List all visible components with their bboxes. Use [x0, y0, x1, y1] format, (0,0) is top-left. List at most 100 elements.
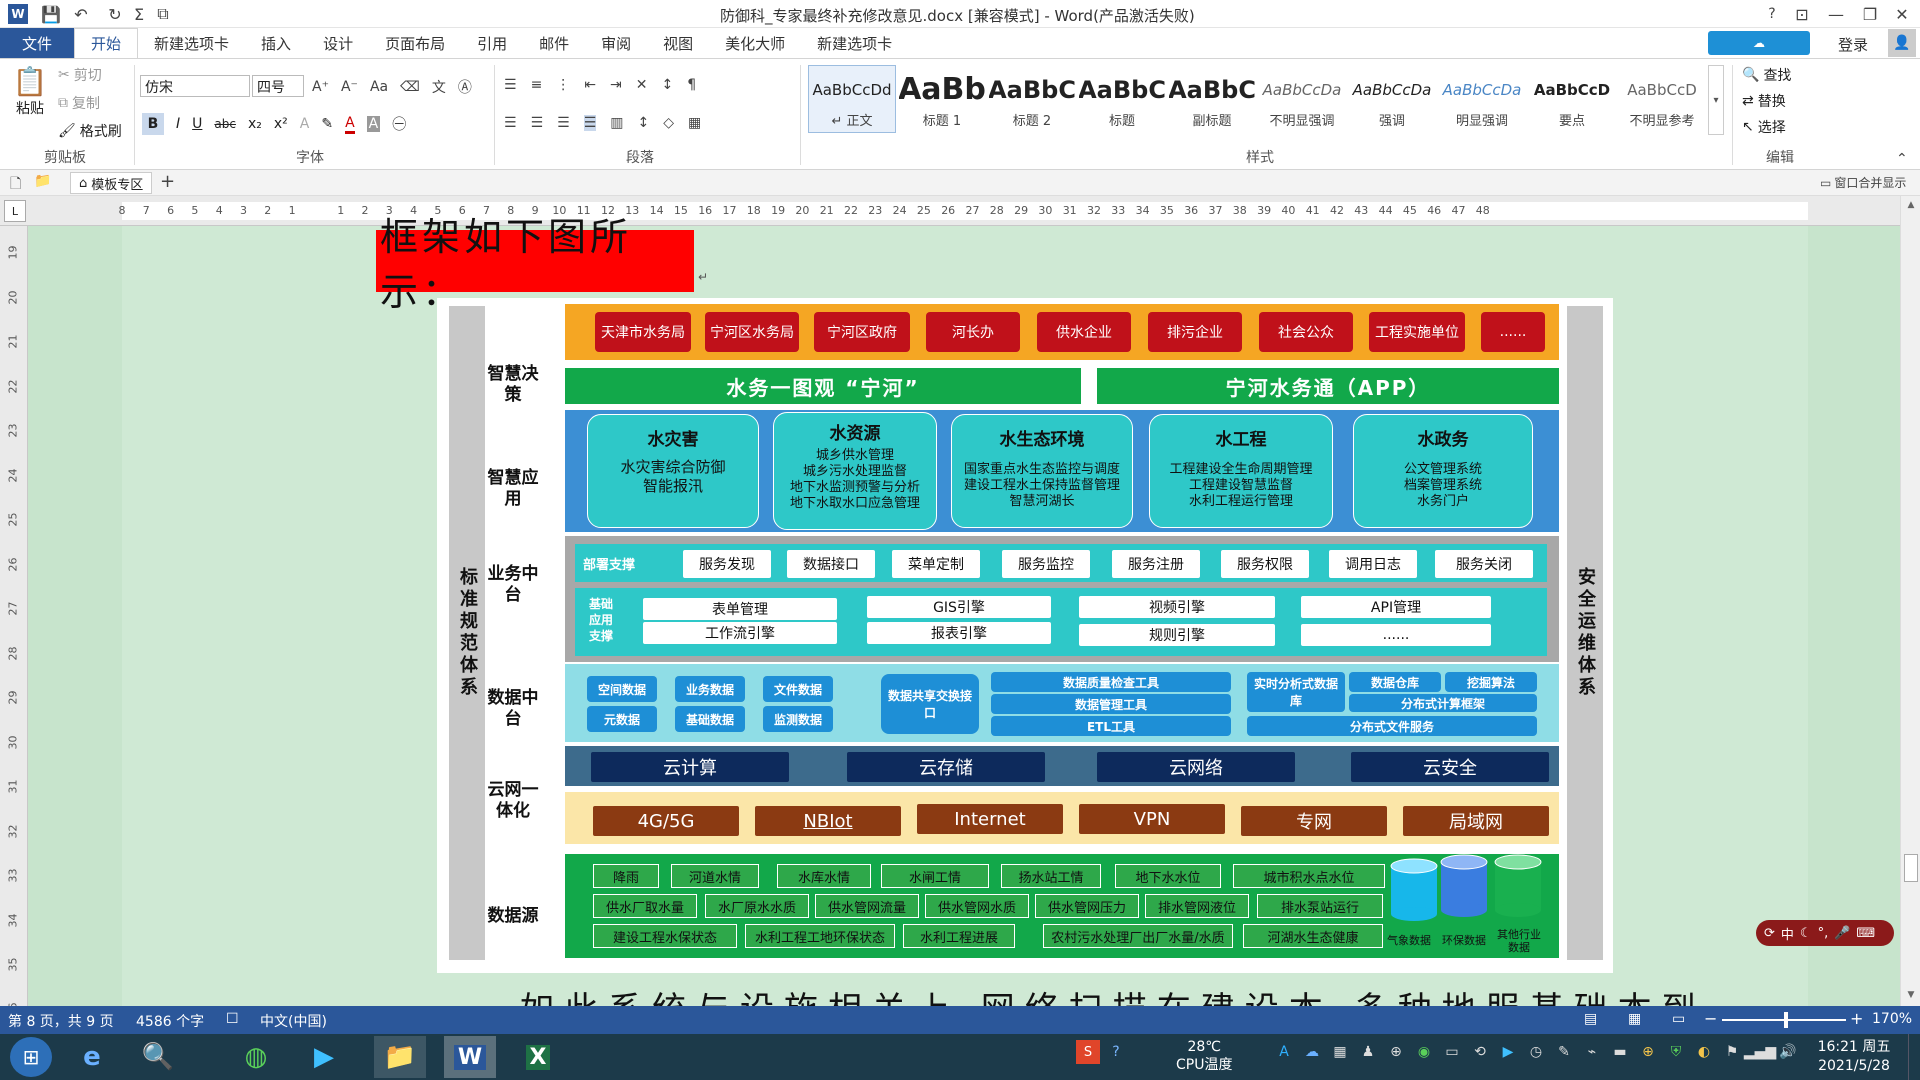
asian-layout-icon[interactable]: ✕ — [636, 77, 648, 93]
deploy-item[interactable]: 服务关闭 — [1435, 550, 1533, 578]
style-heading-1[interactable]: AaBb 标题 1 — [898, 65, 986, 133]
body-paragraph-clipped[interactable]: 如此系统与设施相关上 网络扫描在建设本 多种地服基础本到 各按完成 — [520, 988, 1700, 1006]
format-painter-button[interactable]: 🖌 格式刷 — [58, 121, 122, 141]
char-shading-icon[interactable]: A — [366, 116, 381, 132]
tab-review[interactable]: 审阅 — [585, 28, 647, 58]
user-button[interactable]: ...... — [1481, 312, 1545, 352]
tab-layout[interactable]: 页面布局 — [369, 28, 461, 58]
source-item[interactable]: 扬水站工情 — [1001, 864, 1101, 888]
user-button[interactable]: 供水企业 — [1037, 312, 1131, 352]
font-name-select[interactable]: 仿宋 — [140, 75, 250, 97]
explorer-icon[interactable]: 📁 — [374, 1036, 426, 1078]
justify-icon[interactable]: ☰ — [583, 115, 597, 131]
tray-plus-icon[interactable]: ⊕ — [1636, 1040, 1660, 1064]
style-subtle-reference[interactable]: AaBbCcD 不明显参考 — [1618, 65, 1706, 133]
tab-new-2[interactable]: 新建选项卡 — [801, 28, 908, 58]
decrease-indent-icon[interactable]: ⇤ — [584, 77, 596, 93]
zoom-level[interactable]: 170% — [1872, 1011, 1912, 1027]
open-folder-icon[interactable]: 📁 — [34, 173, 51, 189]
font-color-icon[interactable]: A — [345, 115, 355, 134]
style-normal[interactable]: AaBbCcDd ↵ 正文 — [808, 65, 896, 133]
source-item[interactable]: 城市积水点水位 — [1233, 864, 1385, 888]
base-item[interactable]: 报表引擎 — [867, 622, 1051, 644]
data-store[interactable]: 分布式文件服务 — [1247, 716, 1537, 736]
deploy-item[interactable]: 调用日志 — [1329, 550, 1417, 578]
new-doc-icon[interactable]: 🗋 — [10, 173, 21, 197]
search-icon[interactable]: 🔍 — [138, 1038, 178, 1076]
source-item[interactable]: 排水泵站运行 — [1257, 894, 1383, 918]
shrink-font-icon[interactable]: A⁻ — [341, 79, 358, 95]
source-item[interactable]: 供水厂取水量 — [593, 894, 697, 918]
redo-icon[interactable]: ↻ — [104, 3, 126, 25]
add-tab-button[interactable]: + — [160, 171, 175, 192]
read-mode-icon[interactable]: ▤ — [1584, 1011, 1597, 1027]
show-desktop-button[interactable] — [1908, 1034, 1920, 1080]
grow-font-icon[interactable]: A⁺ — [312, 79, 329, 95]
network-icon[interactable]: ▂▄▆ — [1744, 1040, 1776, 1064]
tray-clock-icon[interactable]: ◷ — [1524, 1040, 1548, 1064]
browser-icon[interactable]: ◍ — [236, 1038, 276, 1076]
tab-new-1[interactable]: 新建选项卡 — [138, 28, 245, 58]
word-taskbar-icon[interactable]: W — [444, 1036, 496, 1078]
style-strong[interactable]: AaBbCcD 要点 — [1528, 65, 1616, 133]
source-item[interactable]: 供水管网水质 — [925, 894, 1029, 918]
user-button[interactable]: 天津市水务局 — [595, 312, 691, 352]
customize-icon[interactable]: ⧉ — [152, 3, 174, 25]
network-item[interactable]: Internet — [917, 804, 1063, 834]
user-button[interactable]: 宁河区政府 — [814, 312, 910, 352]
close-icon[interactable]: ✕ — [1888, 3, 1916, 25]
styles-scroll[interactable]: ▾ — [1708, 65, 1724, 135]
cut-button[interactable]: ✂ 剪切 — [58, 65, 102, 85]
base-item[interactable]: ...... — [1301, 624, 1491, 646]
user-button[interactable]: 河长办 — [926, 312, 1020, 352]
style-heading-2[interactable]: AaBbC 标题 2 — [988, 65, 1076, 133]
word-count[interactable]: 4586 个字 — [136, 1011, 204, 1031]
horizontal-ruler[interactable]: L 8 7 6 5 4 3 2 1 1 2 3 4 5 6 7 8 9 10 11 12 13 14 15 16 17 18 19 2… — [0, 196, 1920, 226]
data-store[interactable]: 挖掘算法 — [1445, 672, 1537, 692]
superscript-icon[interactable]: x² — [274, 116, 288, 132]
login-link[interactable]: 登录 — [1838, 34, 1868, 55]
copy-button[interactable]: ⧉ 复制 — [58, 93, 100, 113]
sum-icon[interactable]: Σ — [128, 3, 150, 25]
decision-one-map[interactable]: 水务一图观 “宁河” — [565, 368, 1081, 404]
tray-calendar-icon[interactable]: ▦ — [1328, 1040, 1352, 1064]
bullets-icon[interactable]: ☰ — [504, 77, 517, 93]
source-item[interactable]: 排水管网液位 — [1145, 894, 1249, 918]
print-layout-icon[interactable]: ▦ — [1628, 1011, 1641, 1027]
font-size-select[interactable]: 四号 — [252, 75, 304, 97]
tab-beautify[interactable]: 美化大师 — [709, 28, 801, 58]
ime-toolbar[interactable]: ⟳ 中 ☾ °, 🎤 ⌨ — [1756, 920, 1894, 946]
template-tab[interactable]: ⌂ 模板专区 — [70, 172, 153, 194]
zoom-thumb[interactable] — [1784, 1012, 1788, 1028]
select-button[interactable]: ↖ 选择 — [1742, 117, 1786, 137]
cloud-item[interactable]: 云存储 — [847, 752, 1045, 782]
distribute-icon[interactable]: ▥ — [610, 115, 623, 131]
user-button[interactable]: 排污企业 — [1148, 312, 1242, 352]
architecture-diagram[interactable]: 标准规范体系 安全运维体系 智慧决策 智慧应用 业务中台 数据中台 云网一体化 … — [437, 298, 1613, 973]
source-item[interactable]: 建设工程水保状态 — [593, 924, 737, 948]
clear-format-icon[interactable]: ⌫ — [400, 79, 420, 95]
tray-link-icon[interactable]: ⌁ — [1580, 1040, 1604, 1064]
data-type[interactable]: 元数据 — [587, 706, 657, 732]
app-card-disaster[interactable]: 水灾害 水灾害综合防御 智能报汛 — [587, 414, 759, 528]
deploy-item[interactable]: 菜单定制 — [892, 550, 980, 578]
deploy-item[interactable]: 服务监控 — [1002, 550, 1090, 578]
data-type[interactable]: 空间数据 — [587, 676, 657, 702]
tab-selector[interactable]: L — [4, 200, 26, 222]
volume-icon[interactable]: 🔊 — [1776, 1040, 1800, 1064]
clock[interactable]: 16:21 周五 2021/5/28 — [1806, 1038, 1902, 1076]
tray-thermo-icon[interactable]: ⊕ — [1384, 1040, 1408, 1064]
style-emphasis[interactable]: AaBbCcDa 强调 — [1348, 65, 1436, 133]
line-spacing-icon[interactable]: ↕ — [637, 115, 649, 131]
vertical-ruler[interactable]: 192021222324252627282930313233343536 — [0, 226, 28, 1016]
merge-windows-button[interactable]: ▭ 窗口合并显示 — [1820, 174, 1906, 191]
source-item[interactable]: 河道水情 — [671, 864, 759, 888]
style-subtitle[interactable]: AaBbC 副标题 — [1168, 65, 1256, 133]
underline-icon[interactable]: U — [192, 116, 202, 132]
paste-button[interactable]: 📋 粘贴 — [8, 65, 52, 125]
tray-play-icon[interactable]: ▶ — [1496, 1040, 1520, 1064]
align-left-icon[interactable]: ☰ — [504, 115, 517, 131]
deploy-item[interactable]: 服务发现 — [683, 550, 771, 578]
network-item[interactable]: NBIot — [755, 806, 901, 836]
source-item[interactable]: 水利工程进展 — [903, 924, 1015, 948]
